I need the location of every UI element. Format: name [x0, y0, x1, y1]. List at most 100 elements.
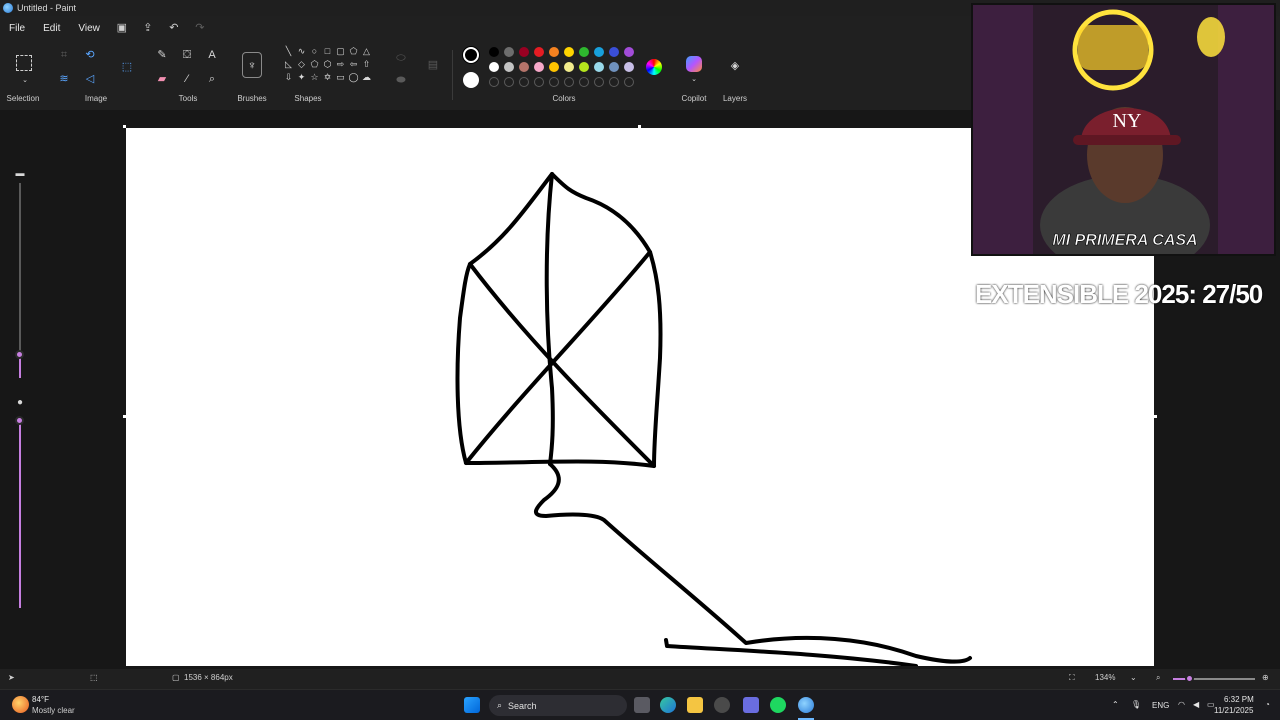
custom-color-slot[interactable] — [489, 77, 499, 87]
windows-start-icon[interactable] — [464, 697, 480, 713]
paint-taskbar-icon[interactable] — [798, 697, 814, 713]
brush-icon[interactable]: ♆ — [242, 52, 262, 78]
github-icon[interactable] — [714, 697, 730, 713]
custom-color-slot[interactable] — [534, 77, 544, 87]
color-swatch[interactable] — [489, 47, 499, 57]
zoom-level[interactable]: 134% — [1095, 673, 1115, 682]
five-point-star-shape-icon[interactable]: ☆ — [308, 72, 321, 83]
outline-icon[interactable]: ⬭ — [394, 51, 408, 65]
custom-color-slot[interactable] — [624, 77, 634, 87]
weather-icon[interactable] — [12, 696, 29, 713]
layers-icon[interactable]: ◈ — [728, 59, 742, 73]
oval-shape-icon[interactable]: ○ — [308, 46, 321, 57]
polygon-shape-icon[interactable]: ⬠ — [347, 46, 360, 57]
brush-size-slider-knob[interactable] — [15, 350, 24, 359]
language-indicator[interactable]: ENG — [1152, 701, 1169, 710]
up-arrow-shape-icon[interactable]: ⇧ — [360, 59, 373, 70]
color-swatch[interactable] — [549, 62, 559, 72]
share-icon[interactable]: ⇪ — [142, 22, 154, 34]
save-icon[interactable]: ▣ — [116, 22, 128, 34]
left-arrow-shape-icon[interactable]: ⇦ — [347, 59, 360, 70]
chevron-down-icon[interactable]: ⌄ — [687, 73, 701, 87]
color-swatch[interactable] — [504, 62, 514, 72]
primary-color-swatch[interactable] — [463, 47, 479, 63]
rect-callout-shape-icon[interactable]: ▭ — [334, 72, 347, 83]
chevron-up-icon[interactable]: ⌃ — [1112, 700, 1119, 709]
clock-date[interactable]: 11/21/2025 — [1214, 706, 1253, 715]
menu-file[interactable]: File — [0, 23, 34, 34]
flip-icon[interactable]: ◁ — [83, 72, 97, 86]
crop-icon[interactable]: ⌗ — [57, 48, 71, 62]
custom-color-slot[interactable] — [519, 77, 529, 87]
secondary-color-swatch[interactable] — [463, 72, 479, 88]
color-swatch[interactable] — [579, 47, 589, 57]
color-swatch[interactable] — [504, 47, 514, 57]
hexagon-shape-icon[interactable]: ⬡ — [321, 59, 334, 70]
right-arrow-shape-icon[interactable]: ⇨ — [334, 59, 347, 70]
color-picker-icon[interactable]: ⁄ — [180, 72, 194, 86]
color-swatch[interactable] — [624, 62, 634, 72]
cloud-callout-shape-icon[interactable]: ☁ — [360, 72, 373, 83]
magnifier-icon[interactable]: ⌕ — [205, 72, 219, 86]
discord-icon[interactable] — [743, 697, 759, 713]
custom-color-slot[interactable] — [594, 77, 604, 87]
clock-time[interactable]: 6:32 PM — [1224, 695, 1254, 704]
fill-bucket-icon[interactable]: ⛋ — [180, 48, 194, 62]
color-swatch[interactable] — [624, 47, 634, 57]
opacity-slider-knob[interactable] — [15, 416, 24, 425]
background-removal-icon[interactable]: ⬚ — [120, 60, 134, 74]
down-arrow-shape-icon[interactable]: ⇩ — [282, 72, 295, 83]
rotate-icon[interactable]: ⟲ — [83, 48, 97, 62]
wifi-icon[interactable]: ◠ — [1178, 700, 1185, 709]
fill-icon[interactable]: ⬬ — [394, 73, 408, 87]
color-swatch[interactable] — [579, 62, 589, 72]
file-explorer-icon[interactable] — [687, 697, 703, 713]
pencil-icon[interactable]: ✎ — [155, 48, 169, 62]
fit-to-window-icon[interactable]: ⛶ — [1069, 673, 1075, 683]
color-swatch[interactable] — [594, 62, 604, 72]
edge-browser-icon[interactable] — [660, 697, 676, 713]
color-swatch[interactable] — [534, 62, 544, 72]
zoom-slider-knob[interactable] — [1185, 674, 1194, 683]
custom-color-slot[interactable] — [504, 77, 514, 87]
right-triangle-shape-icon[interactable]: ◺ — [282, 59, 295, 70]
chevron-down-icon[interactable]: ⌄ — [18, 74, 32, 88]
color-swatch[interactable] — [609, 62, 619, 72]
rounded-rectangle-shape-icon[interactable]: ▢ — [334, 46, 347, 57]
opacity-slider-fill[interactable] — [19, 420, 21, 608]
zoom-in-icon[interactable]: ⊕ — [1262, 673, 1269, 682]
undo-icon[interactable]: ↶ — [168, 22, 180, 34]
color-swatch[interactable] — [519, 47, 529, 57]
color-swatch[interactable] — [519, 62, 529, 72]
shape-size-icon[interactable]: ▤ — [426, 58, 440, 72]
brush-size-slider-track[interactable] — [19, 183, 21, 353]
oval-callout-shape-icon[interactable]: ◯ — [347, 72, 360, 83]
menu-edit[interactable]: Edit — [34, 23, 69, 34]
color-swatch[interactable] — [564, 62, 574, 72]
task-view-icon[interactable] — [634, 697, 650, 713]
color-swatch[interactable] — [549, 47, 559, 57]
taskbar-search-box[interactable]: ⌕ Search — [489, 695, 627, 716]
custom-color-slot[interactable] — [564, 77, 574, 87]
zoom-out-icon[interactable]: ⌕ — [1156, 673, 1160, 683]
canvas-resize-handle[interactable] — [1154, 415, 1157, 418]
copilot-icon[interactable] — [686, 56, 702, 72]
color-swatch[interactable] — [534, 47, 544, 57]
pentagon-shape-icon[interactable]: ⬠ — [308, 59, 321, 70]
resize-icon[interactable]: ≋ — [57, 72, 71, 86]
eraser-icon[interactable]: ▰ — [155, 72, 169, 86]
text-icon[interactable]: A — [205, 48, 219, 62]
color-swatch[interactable] — [489, 62, 499, 72]
notification-bell-icon[interactable]: ◔ — [1265, 700, 1270, 709]
edit-colors-icon[interactable] — [646, 59, 662, 75]
spotify-icon[interactable] — [770, 697, 786, 713]
color-swatch[interactable] — [594, 47, 604, 57]
curve-shape-icon[interactable]: ∿ — [295, 46, 308, 57]
rectangle-shape-icon[interactable]: □ — [321, 46, 334, 57]
custom-color-slot[interactable] — [609, 77, 619, 87]
custom-color-slot[interactable] — [549, 77, 559, 87]
volume-icon[interactable]: ◀ — [1193, 700, 1199, 709]
menu-view[interactable]: View — [69, 23, 109, 34]
custom-color-slot[interactable] — [579, 77, 589, 87]
color-swatch[interactable] — [564, 47, 574, 57]
